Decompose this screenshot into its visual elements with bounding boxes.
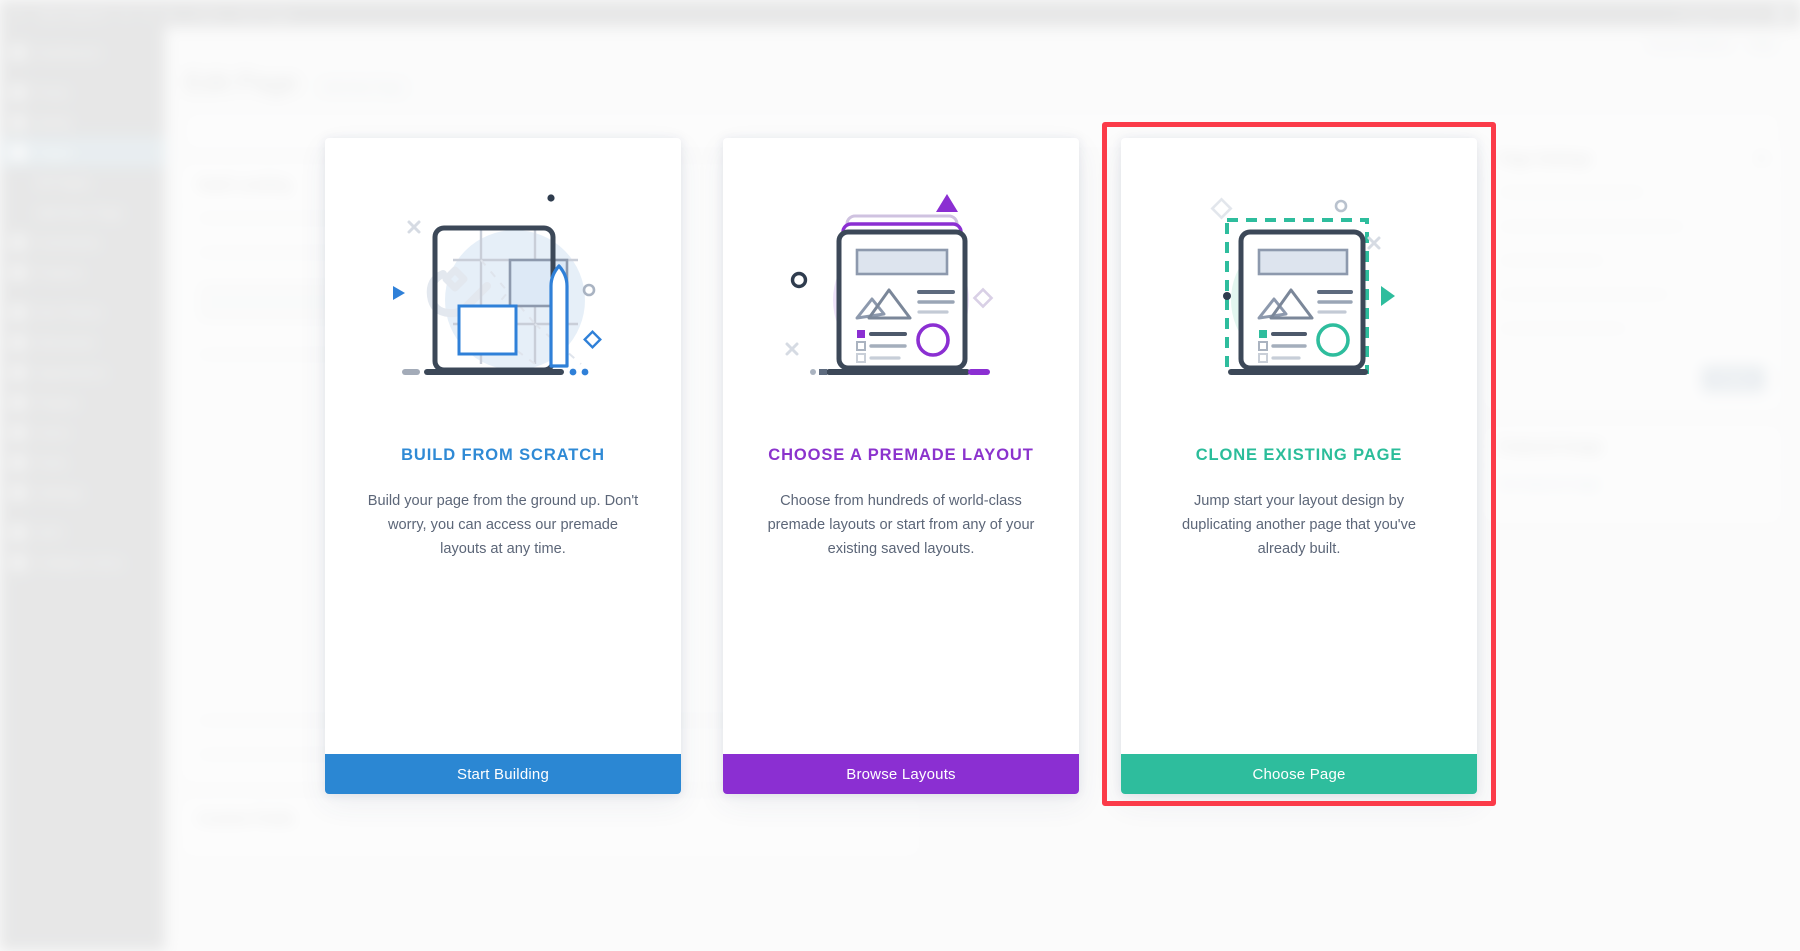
card-description: Jump start your layout design by duplica… xyxy=(1181,493,1417,558)
card-title: CHOOSE A PREMADE LAYOUT xyxy=(768,446,1034,464)
selected-page-illustration xyxy=(1121,138,1477,438)
card-clone-existing-page[interactable]: CLONE EXISTING PAGE Jump start your layo… xyxy=(1121,138,1477,794)
card-choose-premade-layout[interactable]: CHOOSE A PREMADE LAYOUT Choose from hund… xyxy=(723,138,1079,794)
card-clone-existing-page-wrapper: CLONE EXISTING PAGE Jump start your layo… xyxy=(1102,122,1496,806)
browse-layouts-button[interactable]: Browse Layouts xyxy=(723,754,1079,794)
choose-page-button[interactable]: Choose Page xyxy=(1121,754,1477,794)
stacked-pages-illustration xyxy=(723,138,1079,438)
card-description: Build your page from the ground up. Don'… xyxy=(367,493,639,558)
builder-option-cards: BUILD FROM SCRATCH Build your page from … xyxy=(325,122,1496,806)
start-building-button[interactable]: Start Building xyxy=(325,754,681,794)
wrench-grid-illustration xyxy=(325,138,681,438)
card-title: CLONE EXISTING PAGE xyxy=(1195,446,1403,464)
card-title: BUILD FROM SCRATCH xyxy=(401,446,605,464)
card-description: Choose from hundreds of world-class prem… xyxy=(767,493,1035,558)
card-build-from-scratch[interactable]: BUILD FROM SCRATCH Build your page from … xyxy=(325,138,681,794)
divi-builder-start-modal: BUILD FROM SCRATCH Build your page from … xyxy=(0,0,1800,951)
